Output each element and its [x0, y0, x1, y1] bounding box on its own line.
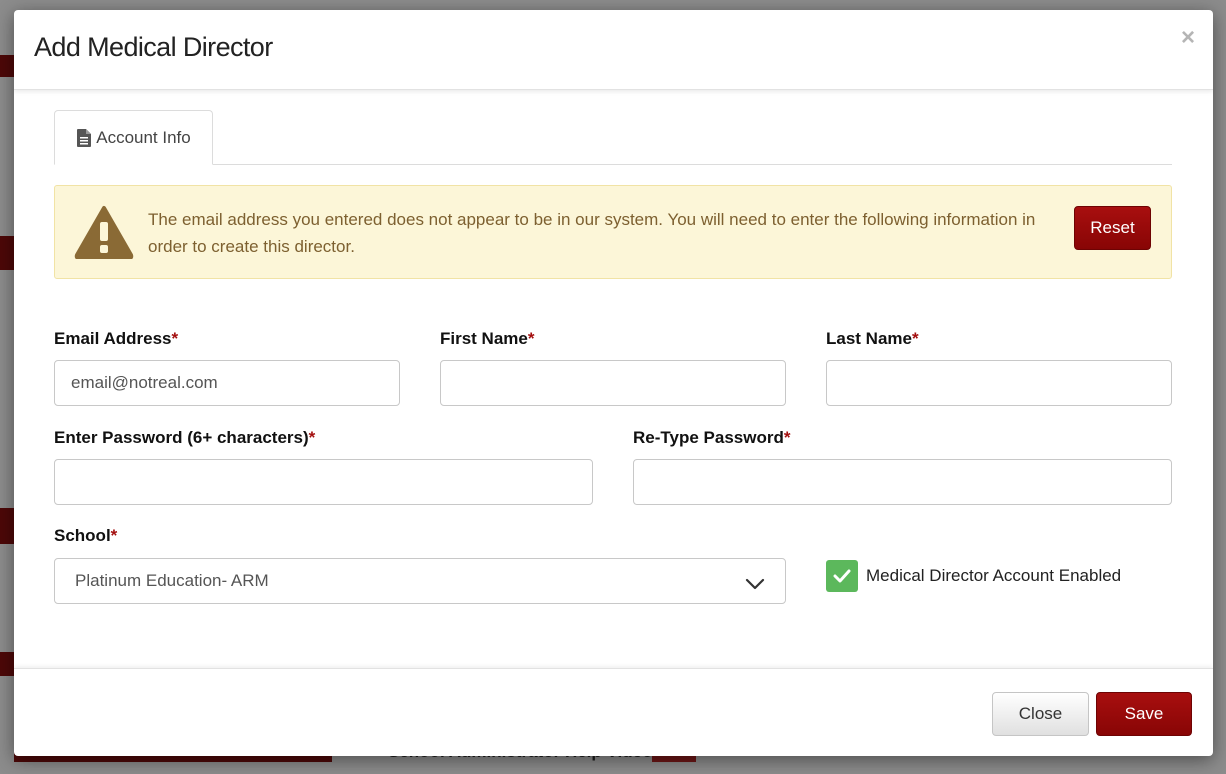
tab-account-info[interactable]: Account Info [54, 110, 213, 165]
tab-label: Account Info [96, 127, 191, 147]
document-icon [76, 128, 92, 147]
add-medical-director-modal: Add Medical Director × Account Info The … [14, 10, 1213, 756]
alert-message: The email address you entered does not a… [148, 210, 1036, 256]
required-mark: * [308, 428, 316, 447]
password-field[interactable] [54, 459, 593, 505]
close-icon[interactable]: × [1181, 26, 1195, 50]
close-button[interactable]: Close [992, 692, 1089, 736]
email-label-text: Email Address [54, 329, 172, 348]
email-label: Email Address* [54, 329, 178, 349]
email-field-value: email@notreal.com [71, 373, 218, 392]
required-mark: * [783, 428, 791, 447]
account-enabled-label: Medical Director Account Enabled [866, 566, 1122, 585]
reset-button[interactable]: Reset [1074, 206, 1151, 250]
first-name-label: First Name* [440, 329, 535, 349]
required-mark: * [171, 329, 179, 348]
checkmark-icon [833, 569, 851, 583]
account-enabled-toggle[interactable]: Medical Director Account Enabled [826, 560, 1121, 592]
chevron-down-icon [745, 575, 765, 590]
password-label: Enter Password (6+ characters)* [54, 428, 315, 448]
required-mark: * [911, 329, 919, 348]
first-name-field[interactable] [440, 360, 786, 406]
first-name-label-text: First Name [440, 329, 528, 348]
school-label: School* [54, 526, 117, 546]
retype-password-label-text: Re-Type Password [633, 428, 784, 447]
modal-title: Add Medical Director [34, 32, 273, 62]
last-name-field[interactable] [826, 360, 1172, 406]
modal-header: Add Medical Director × [14, 10, 1213, 90]
required-mark: * [527, 329, 535, 348]
required-mark: * [110, 526, 118, 545]
modal-footer: Close Save [14, 668, 1213, 756]
password-label-text: Enter Password (6+ characters) [54, 428, 309, 447]
last-name-label-text: Last Name [826, 329, 912, 348]
tab-bar: Account Info [54, 110, 1172, 165]
email-field[interactable]: email@notreal.com [54, 360, 400, 406]
school-selected-value: Platinum Education- ARM [75, 571, 269, 590]
last-name-label: Last Name* [826, 329, 919, 349]
school-label-text: School [54, 526, 111, 545]
save-button[interactable]: Save [1096, 692, 1192, 736]
retype-password-label: Re-Type Password* [633, 428, 790, 448]
school-select[interactable]: Platinum Education- ARM [54, 558, 786, 604]
warning-icon [74, 205, 134, 260]
retype-password-field[interactable] [633, 459, 1172, 505]
account-enabled-checkbox[interactable] [826, 560, 858, 592]
warning-alert: The email address you entered does not a… [54, 185, 1172, 279]
